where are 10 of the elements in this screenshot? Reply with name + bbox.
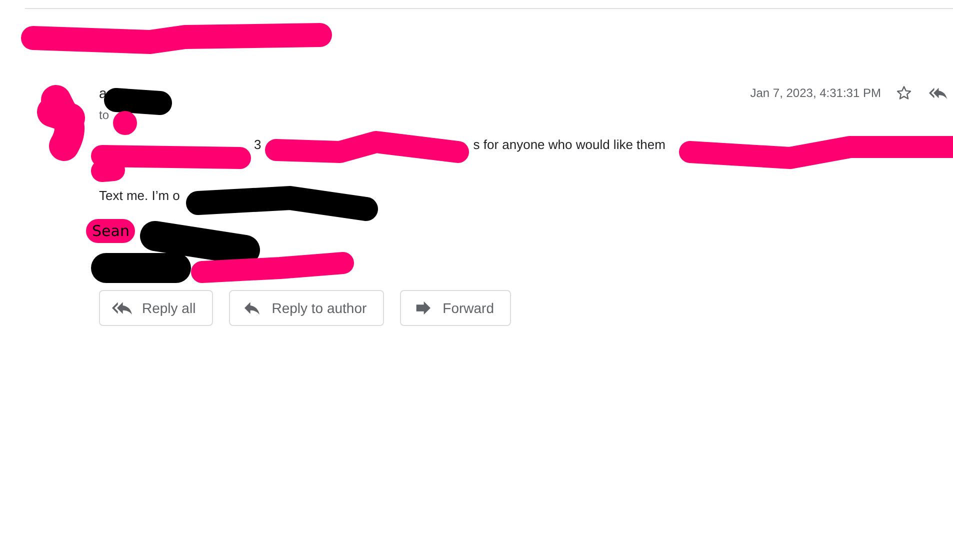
reply-button[interactable]: Reply to author <box>228 290 384 326</box>
star-icon[interactable] <box>895 84 913 102</box>
message-text: 3 <box>254 136 262 152</box>
message-date: Jan 7, 2023, 4:31:31 PM <box>750 86 881 100</box>
signature-text: Sean <box>86 219 136 243</box>
reply-button[interactable]: Reply all <box>99 290 213 326</box>
forward-button[interactable]: Forward <box>400 290 512 326</box>
recipient-label: to <box>99 107 110 123</box>
message-text: s for anyone who would like them <box>473 136 666 152</box>
message-text: Text me. I’m o <box>99 188 180 202</box>
